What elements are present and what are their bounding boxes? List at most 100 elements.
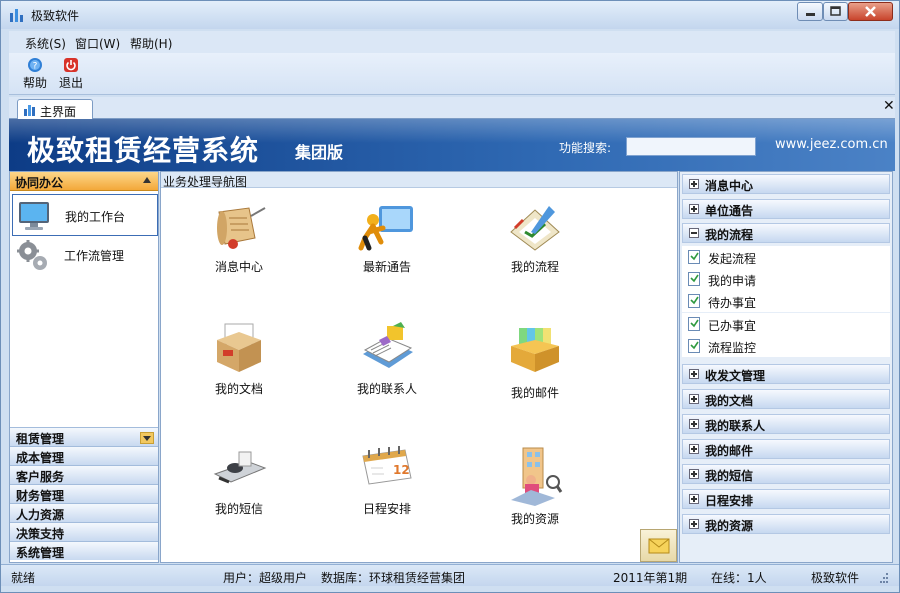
status-database: 数据库：环球租赁经营集团 [321,571,466,585]
power-icon [64,58,78,72]
maximize-button[interactable] [823,2,848,21]
rp-item-start-flow[interactable]: 发起流程 [682,246,890,268]
doc-icon [688,294,700,308]
rp-group-notices[interactable]: 单位通告 [682,199,890,219]
expand-icon[interactable] [689,204,699,214]
window-title: 极致软件 [31,9,80,23]
rp-group-contacts[interactable]: 我的联系人 [682,414,890,434]
menu-system[interactable]: 系统(S) [25,35,66,52]
nav-messages[interactable]: 消息中心 [179,202,299,292]
category-hr[interactable]: 人力资源 [10,503,158,522]
rp-group-resources[interactable]: 我的资源 [682,514,890,534]
website-link[interactable]: www.jeez.com.cn [775,137,888,152]
system-title: 极致租赁经营系统 [27,134,260,167]
expand-icon[interactable] [689,179,699,189]
status-ready: 就绪 [11,571,36,585]
clipboard-icon [510,206,560,251]
help-button[interactable]: ? 帮助 [17,55,53,93]
banner: 极致租赁经营系统 集团版 功能搜索: www.jeez.com.cn [9,119,895,171]
rp-group-documents[interactable]: 我的文档 [682,389,890,409]
fax-icon [213,451,267,484]
expand-icon[interactable] [689,519,699,529]
category-decision[interactable]: 决策支持 [10,522,158,541]
nav-schedule[interactable]: 12 日程安排 [327,444,447,534]
lp-header[interactable]: 协同办公 [10,172,158,191]
status-bar: 就绪 用户：超级用户 数据库：环球租赁经营集团 2011年第1期 在线：1人 极… [1,564,899,586]
doc-icon [688,272,700,286]
expand-icon[interactable] [689,494,699,504]
nav-notices[interactable]: 最新通告 [327,202,447,292]
doc-icon [688,317,700,331]
nav-resources[interactable]: 我的资源 [475,444,595,534]
category-lease[interactable]: 租赁管理 [10,427,158,446]
rp-group-schedule[interactable]: 日程安排 [682,489,890,509]
scroll-icon [217,207,266,249]
help-icon: ? [28,58,42,72]
status-user: 用户：超级用户 [223,571,308,585]
doc-icon [688,339,700,353]
status-online: 在线：1人 [711,571,767,585]
rp-item-monitor[interactable]: 流程监控 [682,335,890,357]
svg-text:?: ? [33,62,38,72]
exit-button[interactable]: 退出 [53,55,89,93]
doc-icon [688,250,700,264]
notice-icon [358,206,413,251]
envelope-icon [648,538,670,554]
calendar-icon: 12 [362,446,412,485]
category-customer[interactable]: 客户服务 [10,465,158,484]
search-input[interactable] [626,137,756,156]
expand-icon[interactable] [689,369,699,379]
status-period: 2011年第1期 [613,571,688,585]
nav-workflow[interactable]: 我的流程 [475,202,595,292]
nav-contacts[interactable]: 我的联系人 [327,320,447,410]
nav-mail[interactable]: 我的邮件 [475,320,595,410]
expand-icon[interactable] [689,419,699,429]
status-vendor: 极致软件 [811,571,860,585]
category-finance[interactable]: 财务管理 [10,484,158,503]
rp-group-workflow[interactable]: 我的流程 [682,223,890,243]
category-cost[interactable]: 成本管理 [10,446,158,465]
expand-icon[interactable] [689,444,699,454]
title-bar[interactable]: 极致软件 [1,1,899,29]
menu-bar: 系统(S) 窗口(W) 帮助(H) [9,31,895,53]
rp-group-messages[interactable]: 消息中心 [682,174,890,194]
close-button[interactable] [848,2,893,21]
message-button[interactable] [640,529,677,562]
gears-icon [17,240,47,270]
nav-documents[interactable]: 我的文档 [179,320,299,410]
close-icon [865,6,876,17]
expand-icon[interactable] [689,469,699,479]
rp-group-mail[interactable]: 我的邮件 [682,439,890,459]
edition-label: 集团版 [295,143,344,162]
monitor-icon [19,202,49,230]
lp-item-workflow[interactable]: 工作流管理 [12,234,158,276]
nav-sms[interactable]: 我的短信 [179,444,299,534]
collapse-minus-icon[interactable] [689,228,699,238]
rp-item-done[interactable]: 已办事宜 [682,313,890,335]
expand-icon[interactable] [689,394,699,404]
resize-grip-icon[interactable] [877,573,889,583]
nav-map-header: 业务处理导航图 [161,172,677,189]
document-box-icon [217,323,261,372]
rp-item-my-requests[interactable]: 我的申请 [682,268,890,290]
resources-icon [511,447,563,506]
chart-icon [24,105,35,116]
category-system[interactable]: 系统管理 [10,541,158,560]
app-icon [10,9,23,22]
toolbar: ? 帮助 退出 [9,53,895,95]
collapse-icon[interactable] [143,177,151,183]
menu-help[interactable]: 帮助(H) [130,35,172,52]
minimize-icon [806,13,815,16]
svg-text:12: 12 [393,463,410,477]
menu-window[interactable]: 窗口(W) [75,35,120,52]
rp-group-dispatch[interactable]: 收发文管理 [682,364,890,384]
tab-main[interactable]: 主界面 [17,99,93,120]
left-panel: 协同办公 我的工作台 工作流管理 租赁管理 成本管理 客户服务 财务管理 人力资… [9,171,159,563]
rp-group-sms[interactable]: 我的短信 [682,464,890,484]
search-label: 功能搜索: [559,141,612,155]
tab-close-icon[interactable]: ✕ [883,98,895,114]
rp-item-todo[interactable]: 待办事宜 [682,290,890,312]
lp-item-workbench[interactable]: 我的工作台 [12,194,158,236]
dropdown-arrow-icon[interactable] [140,432,154,444]
minimize-button[interactable] [797,2,823,21]
